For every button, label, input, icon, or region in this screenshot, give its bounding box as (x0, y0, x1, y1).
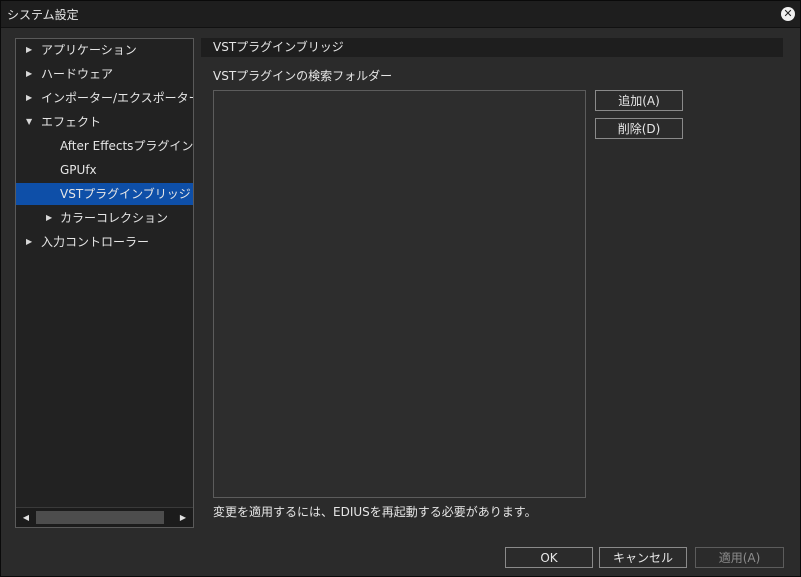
tree-item-label: カラーコレクション (60, 211, 169, 225)
tree-item-label: After Effectsプラグインブリッジ (60, 139, 193, 153)
tree-item[interactable]: GPUfx (16, 159, 193, 181)
cancel-button[interactable]: キャンセル (599, 547, 687, 568)
delete-button[interactable]: 削除(D) (595, 118, 683, 139)
tree-item-label: VSTプラグインブリッジ (60, 187, 191, 201)
scroll-right-icon[interactable]: ▶ (175, 508, 191, 527)
settings-tree[interactable]: ▶ アプリケーション ▶ ハードウェア ▶ インポーター/エクスポーター ▼ エフェクト Aft… (15, 38, 194, 528)
tree-item[interactable]: ▶ ハードウェア (16, 63, 193, 85)
tree-item[interactable]: VSTプラグインブリッジ (16, 183, 193, 205)
tree-item[interactable]: ▼ エフェクト (16, 111, 193, 133)
tree-item[interactable]: After Effectsプラグインブリッジ (16, 135, 193, 157)
title-bar: システム設定 ✕ (1, 1, 800, 28)
collapsed-arrow-icon[interactable]: ▶ (26, 63, 36, 85)
tree-horizontal-scrollbar[interactable]: ◀ ▶ (16, 507, 193, 527)
tree-item[interactable]: ▶ アプリケーション (16, 39, 193, 61)
scroll-left-icon[interactable]: ◀ (18, 508, 34, 527)
collapsed-arrow-icon[interactable]: ▶ (26, 231, 36, 253)
tree-item-label: GPUfx (60, 163, 97, 177)
ok-button[interactable]: OK (505, 547, 593, 568)
search-folder-list[interactable] (213, 90, 586, 498)
apply-button[interactable]: 適用(A) (695, 547, 784, 568)
section-title: VSTプラグインブリッジ (213, 40, 344, 54)
collapsed-arrow-icon[interactable]: ▶ (26, 39, 36, 61)
close-icon[interactable]: ✕ (781, 7, 795, 21)
scrollbar-thumb[interactable] (36, 511, 164, 524)
collapsed-arrow-icon[interactable]: ▶ (46, 207, 56, 229)
tree-item-label: 入力コントローラー (41, 235, 150, 249)
tree-item[interactable]: ▶ カラーコレクション (16, 207, 193, 229)
expanded-arrow-icon[interactable]: ▼ (26, 111, 36, 133)
add-button[interactable]: 追加(A) (595, 90, 683, 111)
restart-notice: 変更を適用するには、EDIUSを再起動する必要があります。 (213, 505, 537, 519)
tree-item-label: ハードウェア (41, 67, 114, 81)
folder-list-label: VSTプラグインの検索フォルダー (213, 69, 393, 83)
section-header: VSTプラグインブリッジ (201, 38, 783, 57)
window-title: システム設定 (7, 8, 79, 22)
tree-item[interactable]: ▶ インポーター/エクスポーター (16, 87, 193, 109)
tree-item-label: エフェクト (41, 115, 102, 129)
tree-item[interactable]: ▶ 入力コントローラー (16, 231, 193, 253)
tree-item-label: インポーター/エクスポーター (41, 91, 193, 105)
collapsed-arrow-icon[interactable]: ▶ (26, 87, 36, 109)
tree-item-label: アプリケーション (41, 43, 137, 57)
